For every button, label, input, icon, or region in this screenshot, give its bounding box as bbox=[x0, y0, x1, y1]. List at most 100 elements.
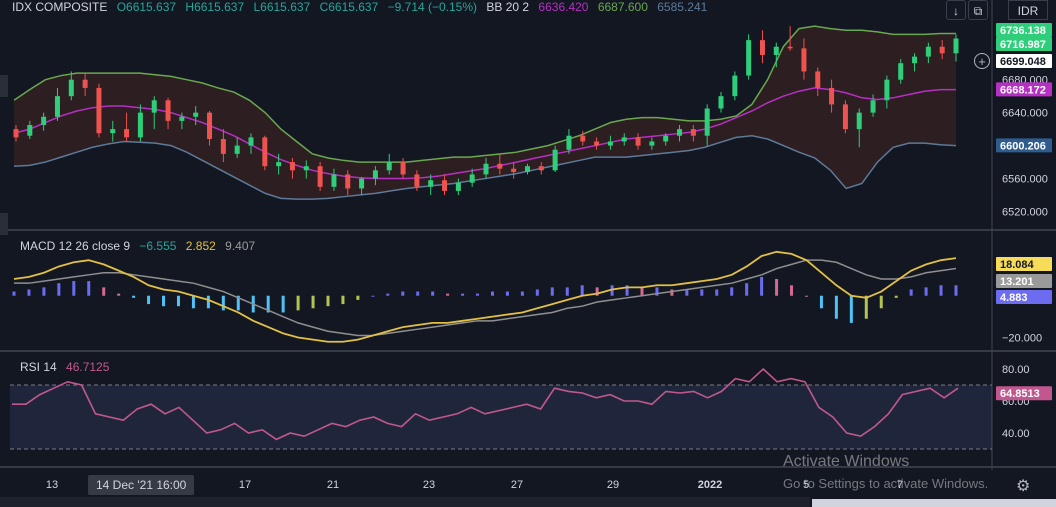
rsi-band bbox=[10, 385, 992, 449]
macd-histogram-bar bbox=[550, 287, 554, 296]
rsi-legend: RSI 14 46.7125 bbox=[20, 360, 115, 374]
candle bbox=[234, 145, 240, 154]
macd-histogram-bar bbox=[401, 291, 405, 296]
price-tick-label: 6560.000 bbox=[1002, 174, 1048, 186]
bb-basis-value: 6636.420 bbox=[538, 0, 589, 14]
close-value: C6615.637 bbox=[319, 0, 379, 14]
candle bbox=[621, 137, 627, 142]
candle bbox=[732, 75, 738, 97]
candle bbox=[179, 116, 185, 121]
candle bbox=[552, 149, 558, 171]
macd-histogram-bar bbox=[819, 295, 823, 309]
candle bbox=[386, 162, 392, 171]
candle bbox=[497, 163, 503, 169]
macd-histogram-bar bbox=[490, 291, 494, 296]
candle bbox=[68, 79, 74, 97]
candle bbox=[248, 137, 254, 146]
candle bbox=[801, 48, 807, 72]
candle bbox=[151, 100, 157, 113]
candle bbox=[773, 46, 779, 55]
candle bbox=[428, 180, 434, 187]
macd-histogram-bar bbox=[132, 295, 136, 298]
macd-histogram-bar bbox=[42, 287, 46, 296]
macd-histogram-bar bbox=[864, 295, 868, 319]
x-tick-label: 23 bbox=[423, 479, 435, 491]
fullscreen-icon[interactable]: ⧉ bbox=[968, 0, 988, 20]
candle bbox=[345, 174, 351, 189]
gear-icon[interactable]: ⚙ bbox=[1016, 476, 1030, 496]
x-tick-label: 27 bbox=[511, 479, 523, 491]
macd-histogram-bar bbox=[879, 295, 883, 309]
candle bbox=[607, 141, 613, 146]
macd-legend: MACD 12 26 close 9 −6.555 2.852 9.407 bbox=[20, 239, 261, 253]
candle bbox=[787, 46, 793, 49]
macd-histogram-bar bbox=[730, 287, 734, 296]
timeframe-toolbar[interactable] bbox=[0, 497, 810, 507]
candle bbox=[594, 141, 600, 146]
add-plus-icon[interactable]: + bbox=[974, 53, 990, 69]
macd-histogram-bar bbox=[760, 276, 764, 296]
macd-histogram-bar bbox=[565, 287, 569, 296]
candle bbox=[193, 112, 199, 117]
candle bbox=[27, 125, 33, 136]
currency-selector[interactable]: IDR bbox=[1008, 0, 1048, 20]
price-tick-label: 6520.000 bbox=[1002, 207, 1048, 219]
candle bbox=[718, 96, 724, 109]
crosshair-time-label: 14 Dec '21 16:00 bbox=[88, 475, 195, 495]
macd-histogram-bar bbox=[356, 295, 360, 300]
left-edge-marker bbox=[0, 75, 8, 97]
candle bbox=[939, 46, 945, 54]
macd-axis-label: 13.201 bbox=[1000, 276, 1034, 288]
candle bbox=[82, 79, 88, 88]
macd-histogram-bar bbox=[476, 293, 480, 296]
candle bbox=[856, 112, 862, 130]
candle bbox=[96, 87, 102, 134]
main-legend: IDX COMPOSITE O6615.637 H6615.637 L6615.… bbox=[12, 0, 713, 14]
macd-histogram-bar bbox=[12, 291, 16, 296]
candle bbox=[842, 104, 848, 130]
price-axis-label: 6699.048 bbox=[1000, 56, 1046, 68]
rsi-axis-label: 64.8513 bbox=[1000, 388, 1040, 400]
price-axis-label: 6736.138 bbox=[1000, 25, 1046, 37]
candle bbox=[276, 162, 282, 167]
candle bbox=[746, 40, 752, 76]
x-tick-label: 17 bbox=[239, 479, 251, 491]
bb-upper-value: 6687.600 bbox=[597, 0, 648, 14]
macd-histogram-bar bbox=[221, 295, 225, 311]
date-range-bar bbox=[812, 499, 1056, 507]
macd-histogram-bar bbox=[700, 289, 704, 296]
macd-histogram-bar bbox=[924, 287, 928, 296]
macd-histogram-bar bbox=[849, 295, 853, 323]
candle bbox=[580, 135, 586, 142]
symbol-name: IDX COMPOSITE bbox=[12, 0, 108, 14]
candle bbox=[165, 100, 171, 121]
macd-histogram-bar bbox=[640, 287, 644, 296]
rsi-label: RSI 14 bbox=[20, 360, 57, 374]
candle bbox=[289, 162, 295, 171]
rsi-value: 46.7125 bbox=[66, 360, 110, 374]
candle bbox=[359, 178, 365, 189]
macd-histogram-bar bbox=[176, 295, 180, 307]
macd-label: MACD 12 26 close 9 bbox=[20, 239, 131, 253]
candle bbox=[110, 129, 116, 134]
arrow-down-icon[interactable]: ↓ bbox=[946, 0, 966, 20]
macd-histogram-bar bbox=[416, 291, 420, 296]
macd-tick-label: −20.000 bbox=[1002, 333, 1042, 345]
activate-windows-subtitle: Go to Settings to activate Windows. bbox=[783, 476, 989, 491]
candle bbox=[511, 168, 517, 172]
candle bbox=[124, 129, 130, 138]
price-axis-label: 6668.172 bbox=[1000, 84, 1046, 96]
macd-histogram-bar bbox=[804, 295, 808, 297]
macd-histogram-bar bbox=[685, 289, 689, 296]
macd-axis-label: 18.084 bbox=[1000, 259, 1035, 271]
macd-histogram-bar bbox=[191, 295, 195, 309]
macd-histogram-bar bbox=[87, 281, 91, 296]
candle bbox=[704, 108, 710, 136]
macd-histogram-bar bbox=[326, 295, 330, 307]
candle bbox=[414, 174, 420, 187]
macd-histogram-bar bbox=[535, 289, 539, 296]
x-tick-label: 29 bbox=[607, 479, 619, 491]
chart-canvas[interactable]: 6520.0006560.0006600.0006640.0006680.000… bbox=[0, 0, 1056, 507]
price-axis-label: 6716.987 bbox=[1000, 39, 1046, 51]
candle bbox=[635, 137, 641, 146]
